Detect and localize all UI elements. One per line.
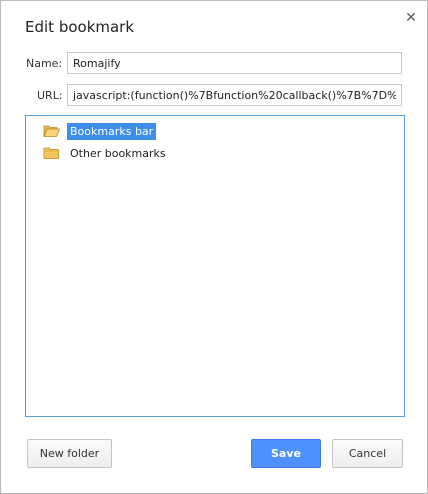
close-icon[interactable]: ✕ [403,10,419,26]
tree-item-label: Other bookmarks [70,146,166,160]
dialog-title: Edit bookmark [25,18,135,36]
cancel-button[interactable]: Cancel [332,439,403,468]
save-button[interactable]: Save [251,439,321,468]
folder-tree[interactable]: Bookmarks bar Other bookmarks [25,115,405,417]
folder-open-icon [43,125,60,137]
tree-item-label: Bookmarks bar [67,122,157,140]
folder-icon [43,147,59,159]
tree-item-bookmarks-bar[interactable]: Bookmarks bar [43,122,157,140]
url-label: URL: [37,89,63,102]
tree-item-other-bookmarks[interactable]: Other bookmarks [43,144,169,162]
name-label: Name: [26,57,63,70]
edit-bookmark-dialog: Edit bookmark ✕ Name: URL: Bookmarks bar… [0,0,428,494]
name-field[interactable] [67,52,402,74]
url-field[interactable] [67,84,402,106]
new-folder-button[interactable]: New folder [27,439,112,468]
